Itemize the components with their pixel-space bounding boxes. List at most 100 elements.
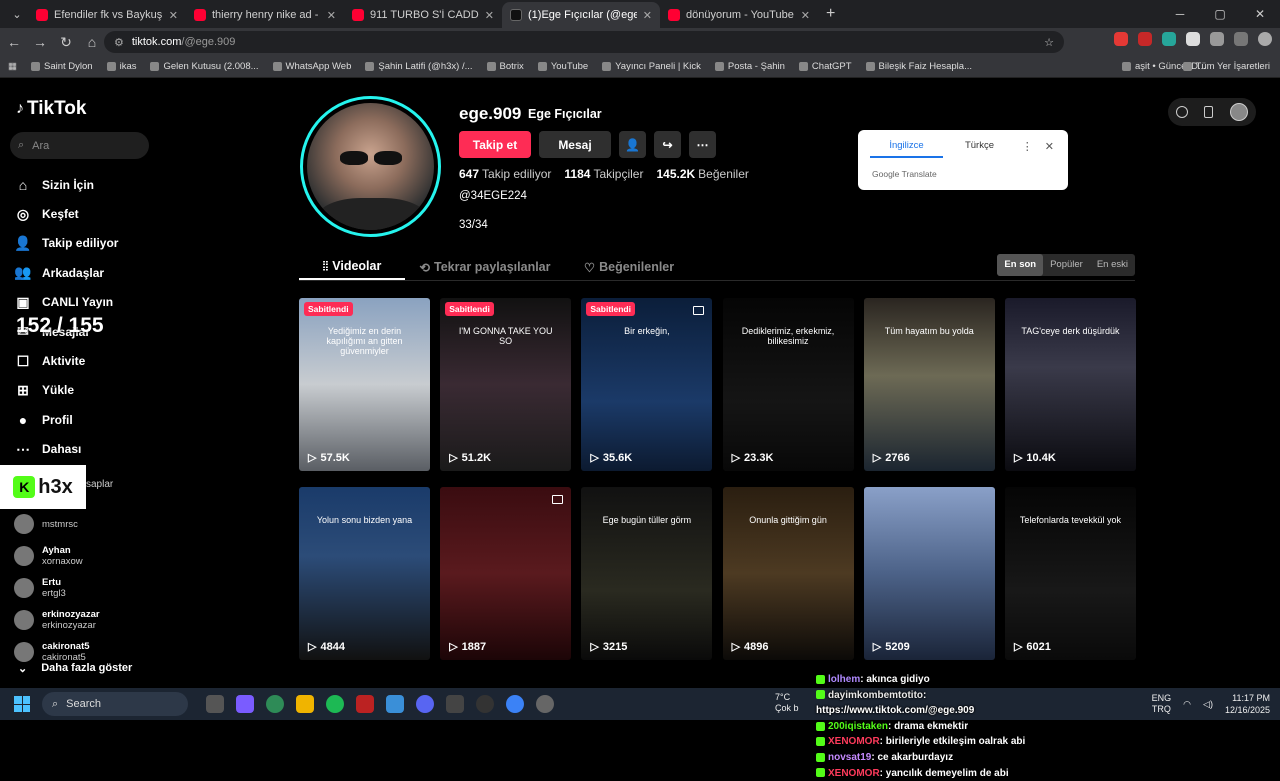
bookmark-item[interactable]: Tüm Yer İşaretleri bbox=[1182, 61, 1270, 72]
sidebar-item-compass[interactable]: ◎ Keşfet bbox=[14, 199, 118, 228]
bookmark-star-icon[interactable]: ☆ bbox=[1044, 36, 1054, 49]
close-tab-icon[interactable]: ✕ bbox=[801, 9, 810, 22]
extension-icon[interactable] bbox=[1114, 32, 1128, 46]
explorer-icon[interactable] bbox=[296, 695, 314, 713]
tab-reposts[interactable]: ⟲ Tekrar paylaşılanlar bbox=[405, 254, 565, 280]
maximize-button[interactable]: ▢ bbox=[1200, 0, 1240, 28]
following-stat[interactable]: 647 Takip ediliyor bbox=[459, 167, 551, 181]
sidebar-item-following[interactable]: 👤 Takip ediliyor bbox=[14, 229, 118, 258]
followers-stat[interactable]: 1184 Takipçiler bbox=[564, 167, 643, 181]
taskview-icon[interactable] bbox=[206, 695, 224, 713]
more-options-icon[interactable]: ⋯ bbox=[689, 131, 716, 158]
video-thumbnail[interactable]: Sabitlendi I'M GONNA TAKE YOU SO ▷ 51.2K bbox=[440, 298, 572, 471]
new-tab-button[interactable]: + bbox=[826, 5, 835, 23]
bookmark-item[interactable]: WhatsApp Web bbox=[272, 61, 351, 72]
video-thumbnail[interactable]: ▷ 5209 bbox=[863, 487, 995, 660]
bookmark-item[interactable]: Posta - Şahin bbox=[714, 61, 785, 72]
bookmark-item[interactable]: YouTube bbox=[537, 61, 588, 72]
copilot-icon[interactable] bbox=[236, 695, 254, 713]
video-thumbnail[interactable]: Dediklerimiz, erkekmiz, bilikesimiz ▷ 23.3… bbox=[722, 298, 854, 471]
wifi-icon[interactable]: ◠ bbox=[1183, 699, 1191, 710]
bookmark-item[interactable]: Gelen Kutusu (2.008... bbox=[150, 61, 259, 72]
app-icon[interactable] bbox=[506, 695, 524, 713]
address-bar[interactable]: ⚙ tiktok.com/@ege.909 ☆ bbox=[104, 31, 1064, 53]
bookmark-item[interactable]: Saint Dylon bbox=[30, 61, 93, 72]
site-info-icon[interactable]: ⚙ bbox=[114, 36, 124, 49]
language-indicator[interactable]: ENG TRQ bbox=[1152, 693, 1172, 715]
bookmark-item[interactable]: Bileşik Faiz Hesapla... bbox=[865, 61, 972, 72]
sidebar-item-home[interactable]: ⌂ Sizin İçin bbox=[14, 170, 118, 199]
sort-latest[interactable]: En son bbox=[997, 254, 1044, 276]
obs-icon[interactable] bbox=[476, 695, 494, 713]
following-account[interactable]: erkinozyazar erkinozyazar bbox=[14, 604, 100, 636]
video-thumbnail[interactable]: Telefonlarda tevekkül yok ▷ 6021 bbox=[1004, 487, 1136, 660]
bookmark-item[interactable]: Yayıncı Paneli | Kick bbox=[602, 61, 701, 72]
browser-tab[interactable]: thierry henry nike ad - YouTube ✕ bbox=[186, 2, 344, 28]
back-icon[interactable]: ← bbox=[2, 34, 26, 50]
browser-tab[interactable]: Efendiler fk vs Baykuş F.C - YouT ✕ bbox=[28, 2, 186, 28]
close-window-button[interactable]: ✕ bbox=[1240, 0, 1280, 28]
sidebar-item-more[interactable]: ⋯ Dahası bbox=[14, 435, 118, 464]
translate-target-language[interactable]: Türkçe bbox=[943, 140, 1016, 158]
bookmark-item[interactable]: ChatGPT bbox=[798, 61, 852, 72]
browser-tab[interactable]: 911 TURBO S'İ CADDE'YE İNDİR ✕ bbox=[344, 2, 502, 28]
reload-icon[interactable]: ↻ bbox=[54, 34, 78, 51]
message-button[interactable]: Mesaj bbox=[539, 131, 611, 158]
sort-popular[interactable]: Popüler bbox=[1043, 254, 1090, 276]
search-input[interactable]: ⌕ Ara bbox=[10, 132, 149, 159]
close-tab-icon[interactable]: ✕ bbox=[485, 9, 494, 22]
app-icon[interactable] bbox=[386, 695, 404, 713]
chrome-icon[interactable] bbox=[266, 695, 284, 713]
close-tab-icon[interactable]: ✕ bbox=[327, 9, 336, 22]
suggested-accounts-icon[interactable]: 👤 bbox=[619, 131, 646, 158]
sidebar-item-upload[interactable]: ⊞ Yükle bbox=[14, 376, 118, 405]
sidebar-item-activity[interactable]: ☐ Aktivite bbox=[14, 346, 118, 375]
sidebar-item-profile[interactable]: ● Profil bbox=[14, 405, 118, 434]
bookmark-item[interactable]: Şahin Latifi (@h3x) /... bbox=[365, 61, 473, 72]
video-thumbnail[interactable]: Tüm hayatım bu yolda ▷ 2766 bbox=[863, 298, 995, 471]
following-account[interactable]: mstmrsc bbox=[14, 508, 100, 540]
forward-icon[interactable]: → bbox=[28, 34, 52, 50]
clock[interactable]: 11:17 PM 12/16/2025 bbox=[1225, 692, 1270, 716]
tab-search-icon[interactable]: ⌄ bbox=[6, 3, 28, 25]
taskbar-search[interactable]: ⌕ Search bbox=[42, 692, 188, 716]
home-button-icon[interactable]: ⌂ bbox=[80, 34, 104, 50]
close-tab-icon[interactable]: ✕ bbox=[169, 9, 178, 22]
translate-source-language[interactable]: İngilizce bbox=[870, 140, 943, 158]
weather-widget[interactable]: 7°C Çok b bbox=[775, 692, 799, 714]
menu-icon[interactable] bbox=[1234, 32, 1248, 46]
translate-options-icon[interactable]: ⋮ bbox=[1022, 140, 1033, 153]
profile-avatar[interactable] bbox=[300, 96, 441, 237]
close-tab-icon[interactable]: ✕ bbox=[643, 9, 652, 22]
windows-start-icon[interactable] bbox=[14, 696, 30, 712]
sort-oldest[interactable]: En eski bbox=[1090, 254, 1135, 276]
spotify-icon[interactable] bbox=[326, 695, 344, 713]
show-more-button[interactable]: ⌄ Daha fazla göster bbox=[18, 662, 132, 675]
device-icon[interactable] bbox=[1204, 106, 1214, 118]
puzzle-icon[interactable] bbox=[1210, 32, 1224, 46]
close-icon[interactable]: ✕ bbox=[1045, 140, 1054, 153]
discord-icon[interactable] bbox=[416, 695, 434, 713]
video-thumbnail[interactable]: Onunla gittiğim gün ▷ 4896 bbox=[722, 487, 854, 660]
tiktok-logo[interactable]: ♪ TikTok bbox=[16, 98, 86, 120]
tab-videos[interactable]: ⦙⦙ Videolar bbox=[299, 254, 405, 280]
apps-grid-icon[interactable]: ▦ bbox=[8, 61, 17, 72]
following-account[interactable]: Ertu ertgl3 bbox=[14, 572, 100, 604]
volume-icon[interactable]: ◁) bbox=[1203, 699, 1213, 710]
coin-icon[interactable] bbox=[1176, 106, 1189, 118]
follow-button[interactable]: Takip et bbox=[459, 131, 531, 158]
video-thumbnail[interactable]: Yolun sonu bizden yana ▷ 4844 bbox=[299, 487, 430, 660]
app-icon[interactable] bbox=[356, 695, 374, 713]
browser-tab[interactable]: dönüyorum - YouTube ✕ bbox=[660, 2, 818, 28]
sidebar-item-live[interactable]: ▣ CANLI Yayın bbox=[14, 288, 118, 317]
tab-liked[interactable]: ♡ Beğenilenler bbox=[565, 254, 693, 280]
following-account[interactable]: Ayhan xornaxow bbox=[14, 540, 100, 572]
video-thumbnail[interactable]: Sabitlendi Bir erkeğin, ▷ 35.6K bbox=[581, 298, 713, 471]
share-icon[interactable]: ↪ bbox=[654, 131, 681, 158]
user-avatar[interactable] bbox=[1229, 103, 1248, 121]
app-icon[interactable] bbox=[536, 695, 554, 713]
extension-icon[interactable] bbox=[1162, 32, 1176, 46]
app-icon[interactable] bbox=[446, 695, 464, 713]
bookmark-item[interactable]: Botrix bbox=[486, 61, 524, 72]
bookmark-item[interactable]: ikas bbox=[106, 61, 136, 72]
